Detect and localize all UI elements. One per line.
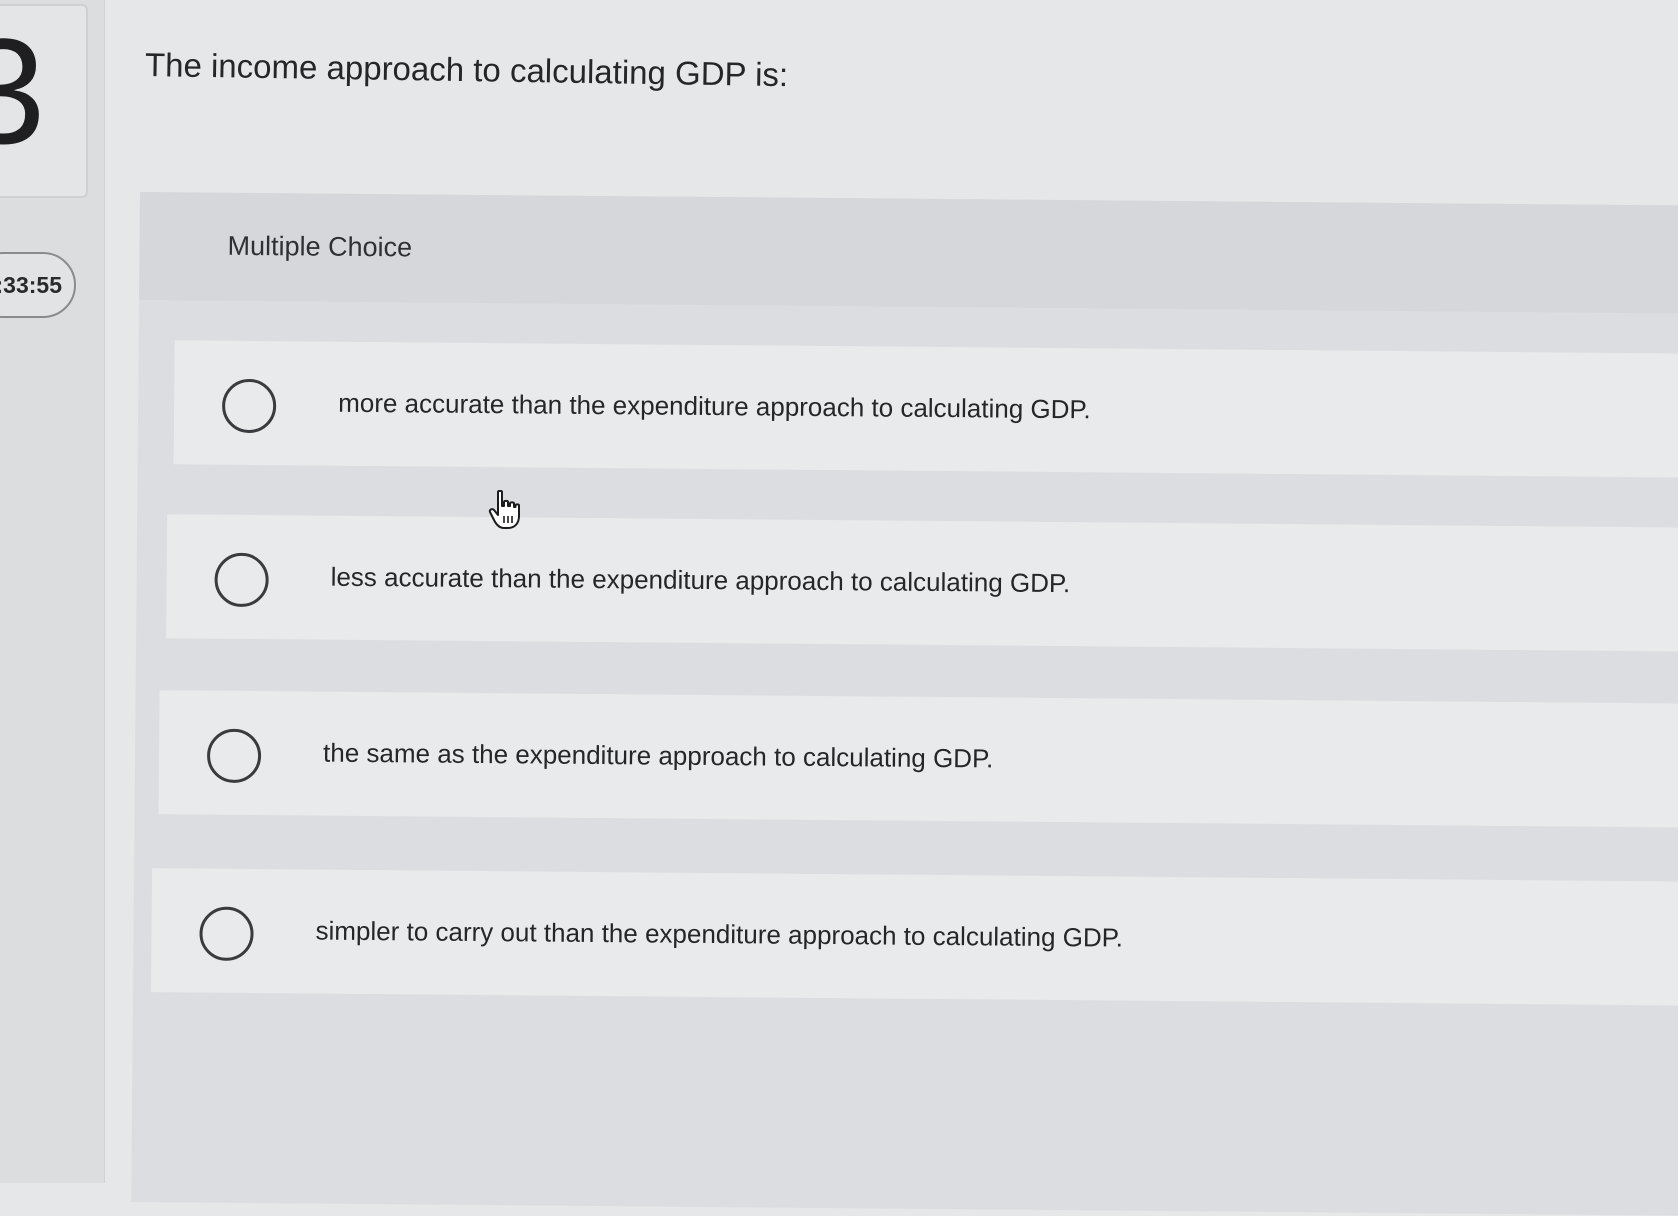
hand-pointer-icon xyxy=(488,490,520,529)
choice-label: the same as the expenditure approach to … xyxy=(322,737,994,774)
choice-option-2[interactable]: less accurate than the expenditure appro… xyxy=(166,514,1678,652)
choice-option-4[interactable]: simpler to carry out than the expenditur… xyxy=(151,868,1678,1006)
timer-text: :33:55 xyxy=(0,272,62,298)
radio-button[interactable] xyxy=(199,906,254,962)
choice-label: less accurate than the expenditure appro… xyxy=(330,561,1071,599)
choice-option-3[interactable]: the same as the expenditure approach to … xyxy=(158,690,1678,828)
choice-option-1[interactable]: more accurate than the expenditure appro… xyxy=(173,340,1678,478)
radio-button[interactable] xyxy=(206,728,262,784)
question-number: 3 xyxy=(0,16,45,166)
radio-button[interactable] xyxy=(214,552,269,608)
question-number-card[interactable]: 3 xyxy=(0,4,88,198)
choices-header: Multiple Choice xyxy=(139,192,1678,314)
choice-label: more accurate than the expenditure appro… xyxy=(338,387,1091,425)
multiple-choice-label: Multiple Choice xyxy=(227,230,413,263)
question-prompt: The income approach to calculating GDP i… xyxy=(144,46,789,94)
radio-button[interactable] xyxy=(221,378,277,434)
left-rail: 3 :33:55 xyxy=(0,0,105,1183)
choice-label: simpler to carry out than the expenditur… xyxy=(315,915,1124,953)
multiple-choice-panel: Multiple Choice more accurate than the e… xyxy=(131,192,1678,1216)
timer-badge: :33:55 xyxy=(0,252,76,318)
